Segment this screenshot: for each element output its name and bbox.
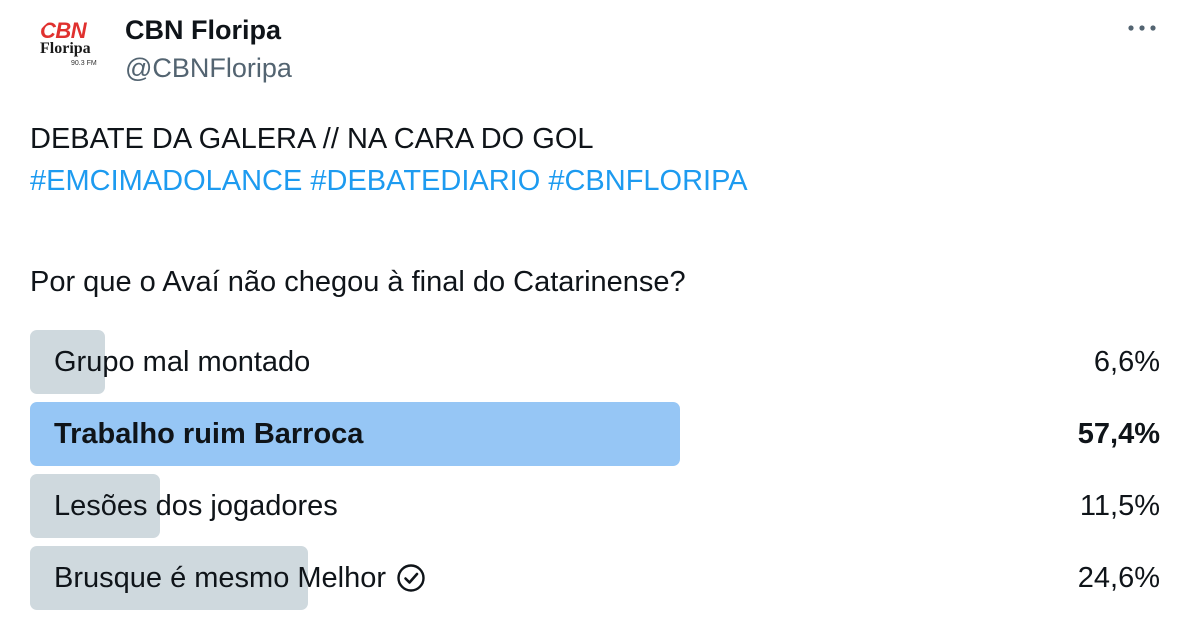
avatar-logo-text: CBN: [40, 18, 87, 43]
tweet-line-title: DEBATE DA GALERA // NA CARA DO GOL: [30, 123, 594, 155]
avatar-logo-freq: 90.3 FM: [71, 60, 97, 67]
poll-option-label: Lesões dos jogadores: [54, 489, 338, 522]
poll-option[interactable]: Grupo mal montado 6,6%: [30, 330, 1162, 394]
poll-option-label-text: Brusque é mesmo Melhor: [54, 561, 387, 594]
poll-option[interactable]: Lesões dos jogadores 11,5%: [30, 474, 1162, 538]
poll-option-percent: 57,4%: [1077, 417, 1160, 450]
poll-question: Por que o Avaí não chegou à final do Cat…: [30, 266, 686, 298]
hashtag-link[interactable]: #CBNFLORIPA: [548, 165, 747, 197]
tweet-hashtags: #EMCIMADOLANCE #DEBATEDIARIO #CBNFLORIPA: [30, 160, 1162, 202]
user-handle[interactable]: @CBNFloripa: [125, 52, 292, 84]
poll-option-percent: 11,5%: [1079, 489, 1160, 522]
poll-option-percent: 6,6%: [1093, 345, 1160, 378]
poll-option-label: Brusque é mesmo Melhor: [54, 546, 426, 610]
poll-option-label: Trabalho ruim Barroca: [54, 417, 364, 450]
tweet-header: CBN Floripa 90.3 FM CBN Floripa @CBNFlor…: [30, 14, 1162, 86]
poll: Grupo mal montado 6,6% Trabalho ruim Bar…: [30, 330, 1162, 618]
poll-option-percent: 24,6%: [1077, 561, 1160, 594]
tweet-text: DEBATE DA GALERA // NA CARA DO GOL #EMCI…: [30, 118, 1162, 202]
hashtag-link[interactable]: #EMCIMADOLANCE: [30, 165, 302, 197]
avatar[interactable]: CBN Floripa 90.3 FM: [34, 16, 102, 84]
more-button[interactable]: [1124, 14, 1160, 42]
hashtag-link[interactable]: #DEBATEDIARIO: [310, 165, 540, 197]
poll-option[interactable]: Brusque é mesmo Melhor 24,6%: [30, 546, 1162, 610]
poll-option-label: Grupo mal montado: [54, 345, 311, 378]
check-circle-icon: [397, 564, 425, 592]
more-horizontal-icon: [1128, 25, 1156, 31]
display-name[interactable]: CBN Floripa: [125, 14, 281, 46]
poll-option[interactable]: Trabalho ruim Barroca 57,4%: [30, 402, 1162, 466]
avatar-logo-city: Floripa: [40, 40, 91, 57]
